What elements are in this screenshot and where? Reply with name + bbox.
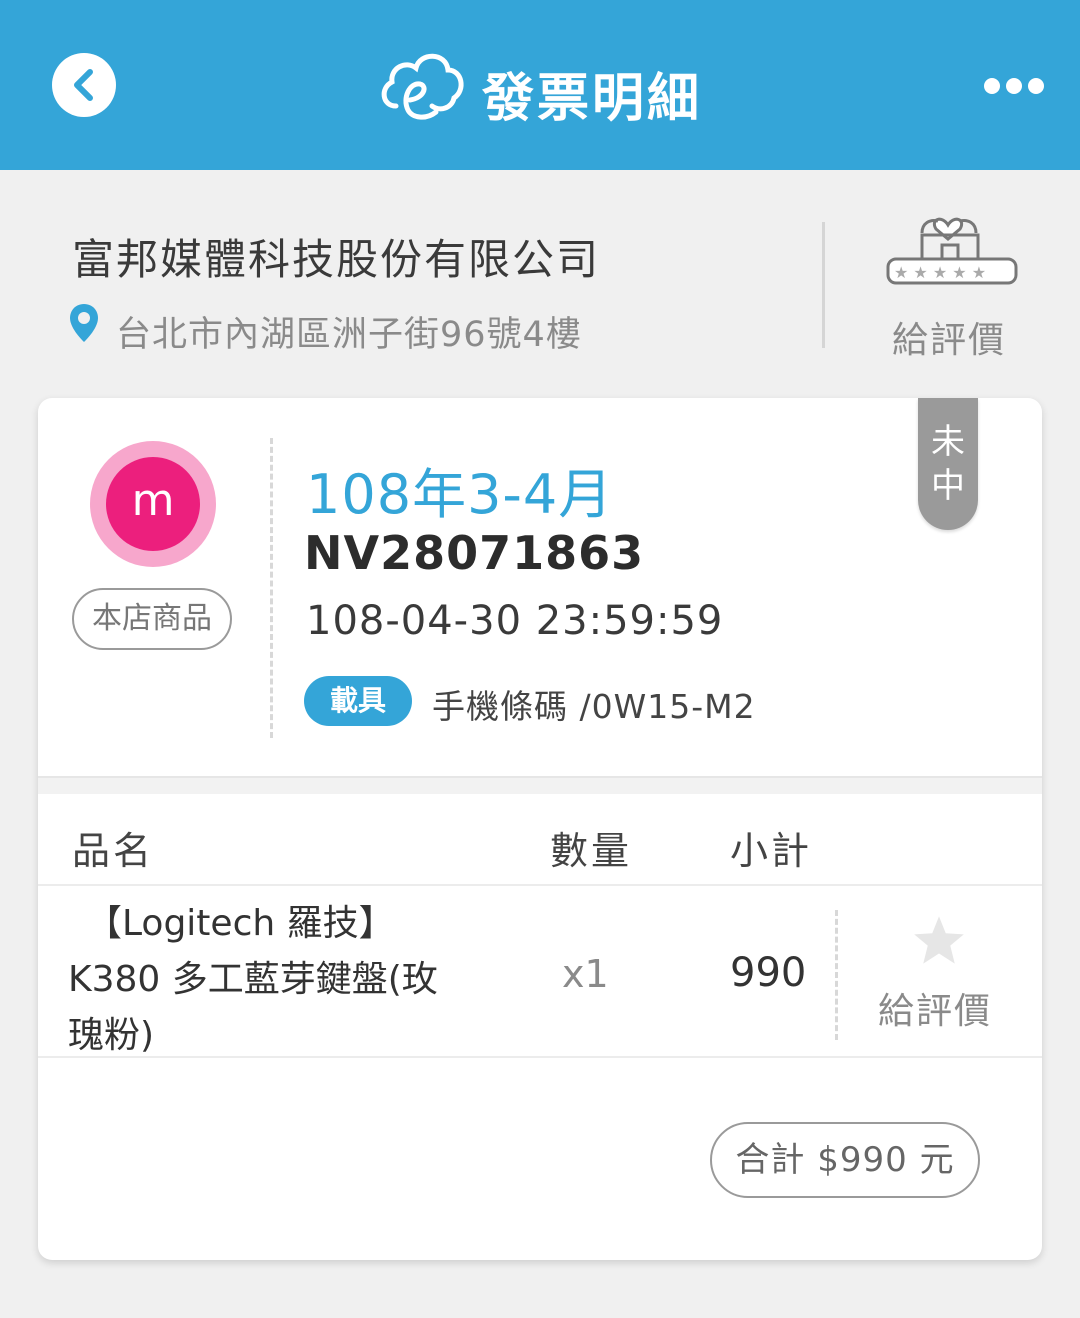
section-divider <box>38 776 1042 794</box>
page-title: 發票明細 <box>482 69 703 129</box>
row-divider <box>38 1056 1042 1058</box>
carrier-badge: 載具 <box>304 676 412 726</box>
column-header-name: 品名 <box>72 829 155 873</box>
app-header: 發票明細 <box>0 0 1080 170</box>
item-name-line2: K380 多工藍芽鍵盤(玫 <box>68 959 438 1000</box>
store-name: 富邦媒體科技股份有限公司 <box>72 235 601 284</box>
column-header-subtotal: 小計 <box>730 829 813 873</box>
carrier-barcode: 手機條碼 /0W15-M2 <box>432 687 756 726</box>
dashed-divider <box>835 910 838 1040</box>
invoice-period: 108年3-4月 <box>306 463 614 526</box>
item-subtotal: 990 <box>730 950 807 996</box>
invoice-datetime: 108-04-30 23:59:59 <box>306 598 724 644</box>
row-divider <box>38 884 1042 886</box>
more-dots-icon <box>984 78 1000 94</box>
rate-store-button[interactable]: ★ ★ ★ ★ ★ 給評價 <box>880 205 1025 365</box>
store-address: 台北市內湖區洲子街96號4樓 <box>116 315 582 355</box>
more-options-button[interactable] <box>980 74 1048 100</box>
lottery-status-text: 未中 <box>931 422 965 506</box>
lottery-status-ribbon: 未中 <box>918 398 978 530</box>
store-products-button[interactable]: 本店商品 <box>72 588 232 650</box>
back-button[interactable] <box>52 53 116 117</box>
item-name: 【Logitech 羅技】 K380 多工藍芽鍵盤(玫 瑰粉) <box>68 896 518 1064</box>
svg-text:★ ★ ★ ★ ★: ★ ★ ★ ★ ★ <box>894 263 986 282</box>
chevron-left-icon <box>74 69 93 101</box>
divider <box>822 222 825 348</box>
item-quantity: x1 <box>562 952 609 996</box>
total-amount: 合計 $990 元 <box>710 1122 980 1198</box>
dashed-divider <box>270 438 273 738</box>
rate-item-button[interactable]: 給評價 <box>878 982 992 1034</box>
cloud-e-logo-icon <box>376 42 468 134</box>
star-icon[interactable] <box>912 914 966 970</box>
rate-store-label: 給評價 <box>892 320 1007 361</box>
invoice-number: NV28071863 <box>304 526 645 580</box>
column-header-qty: 數量 <box>550 829 633 873</box>
store-rating-icon: ★ ★ ★ ★ ★ <box>886 217 1018 285</box>
location-pin-icon <box>68 302 100 348</box>
item-name-line1: 【Logitech 羅技】 <box>86 903 395 944</box>
avatar-letter: m <box>106 457 200 551</box>
store-avatar: m <box>90 441 216 567</box>
invoice-card: m 本店商品 108年3-4月 NV28071863 108-04-30 23:… <box>38 398 1042 1260</box>
